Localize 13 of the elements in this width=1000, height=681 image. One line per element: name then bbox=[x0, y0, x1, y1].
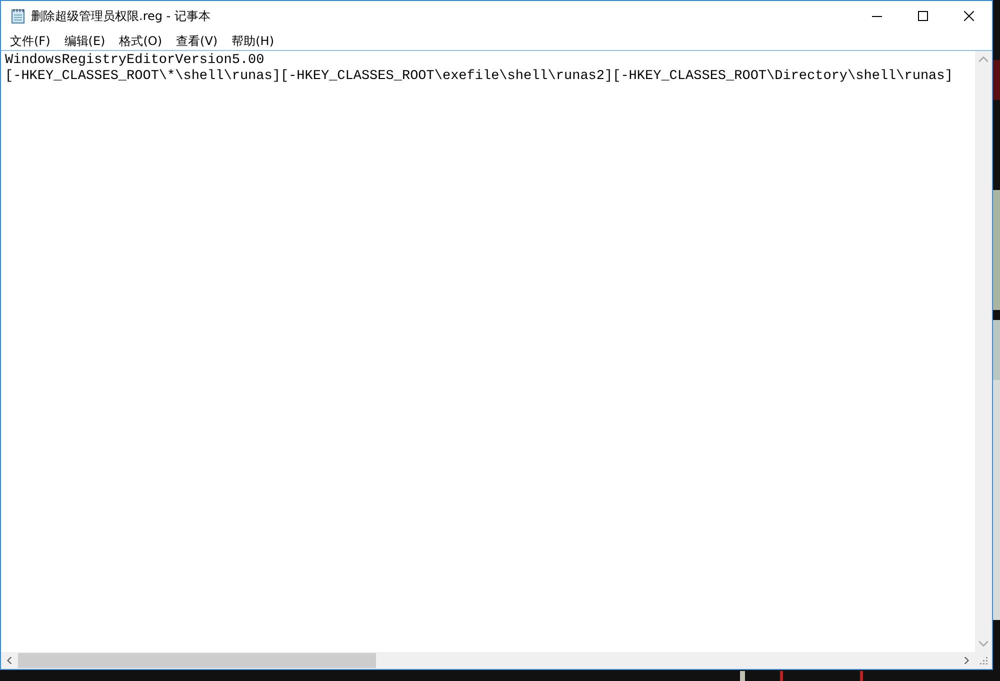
menu-item[interactable]: 格式(O) bbox=[112, 34, 170, 46]
window-title: 删除超级管理员权限.reg - 记事本 bbox=[31, 8, 210, 25]
menu-item[interactable]: 帮助(H) bbox=[224, 34, 281, 46]
notepad-icon bbox=[11, 8, 25, 24]
text-line: WindowsRegistryEditorVersion5.00 bbox=[5, 53, 266, 69]
menu-item[interactable]: 文件(F) bbox=[3, 34, 58, 46]
maximize-icon bbox=[918, 11, 928, 21]
text-area[interactable]: WindowsRegistryEditorVersion5.00 [-HKEY_CLASSES_ROOT\*\shell\runas][-HKEY_CLASSES_ROOT\exefile\shell\runas2][-HKEY_CLASSES_ROOT\Directory\shell\runas] bbox=[1, 50, 992, 669]
menu-item[interactable]: 编辑(E) bbox=[57, 34, 112, 46]
text-line: [-HKEY_CLASSES_ROOT\*\shell\runas][-HKEY_CLASSES_ROOT\exefile\shell\runas2][-HKEY_CLASSES_ROOT\Directory\shell\runas] bbox=[5, 69, 954, 85]
scrollbar-thumb[interactable] bbox=[18, 653, 376, 668]
menu-item[interactable]: 查看(V) bbox=[169, 34, 225, 46]
close-icon bbox=[964, 11, 974, 21]
